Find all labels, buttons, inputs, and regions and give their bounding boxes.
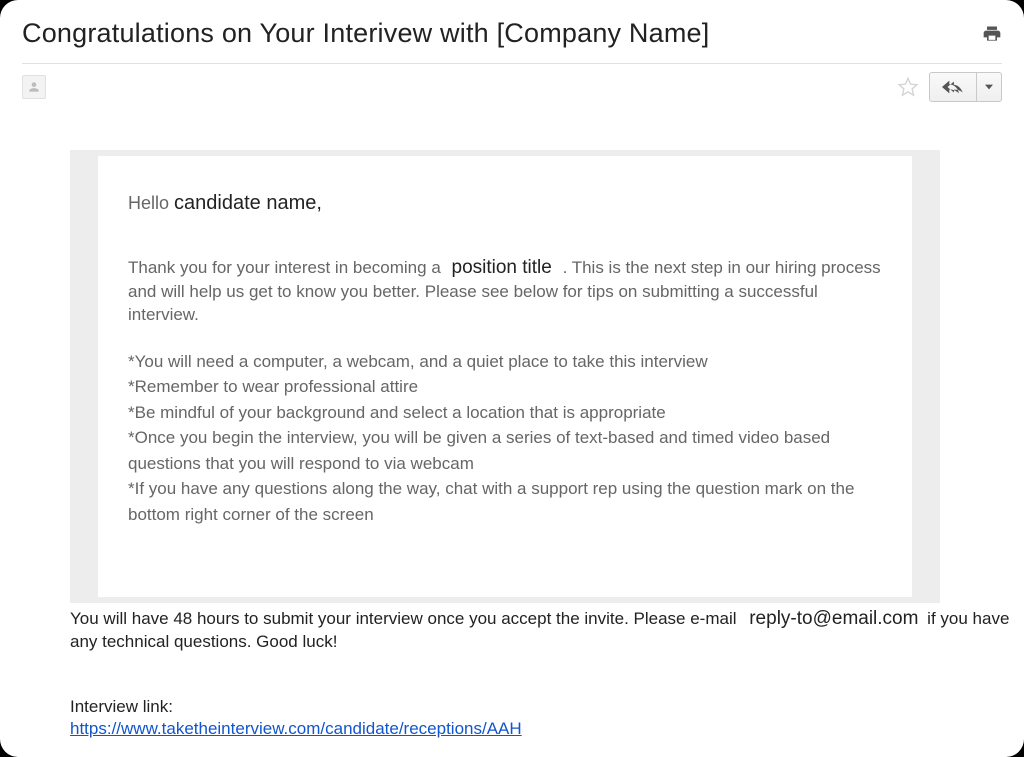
print-icon[interactable] (982, 24, 1002, 44)
email-window: Congratulations on Your Interivew with [… (0, 0, 1024, 757)
reply-button[interactable] (929, 72, 977, 102)
star-icon[interactable] (897, 76, 919, 98)
deadline-paragraph: You will have 48 hours to submit your in… (70, 607, 1010, 653)
below-box-section: You will have 48 hours to submit your in… (70, 603, 1010, 757)
tip-item: *Once you begin the interview, you will … (128, 425, 882, 476)
tips-list: *You will need a computer, a webcam, and… (128, 349, 882, 528)
email-body: Hello candidate name, Thank you for your… (22, 102, 1002, 757)
interview-link[interactable]: https://www.taketheinterview.com/candida… (70, 719, 522, 739)
reply-email-placeholder: reply-to@email.com (741, 607, 922, 631)
greeting: Hello candidate name, (128, 192, 882, 215)
tip-item: *Remember to wear professional attire (128, 374, 882, 400)
candidate-name-placeholder: candidate name, (174, 192, 322, 214)
sender-avatar[interactable] (22, 75, 46, 99)
position-title-placeholder: position title (446, 255, 558, 281)
greeting-prefix: Hello (128, 193, 174, 213)
intro-text-1: Thank you for your interest in becoming … (128, 258, 446, 277)
more-actions-button[interactable] (977, 72, 1002, 102)
email-content-box: Hello candidate name, Thank you for your… (70, 150, 940, 603)
email-header: Congratulations on Your Interivew with [… (22, 18, 1002, 57)
reply-button-group (929, 72, 1002, 102)
tip-item: *You will need a computer, a webcam, and… (128, 349, 882, 375)
email-toolbar (22, 64, 1002, 102)
email-subject: Congratulations on Your Interivew with [… (22, 18, 709, 49)
tip-item: *If you have any questions along the way… (128, 476, 882, 527)
deadline-text-1: You will have 48 hours to submit your in… (70, 609, 741, 628)
tip-item: *Be mindful of your background and selec… (128, 400, 882, 426)
interview-link-label: Interview link: (70, 697, 1010, 717)
intro-paragraph: Thank you for your interest in becoming … (128, 255, 882, 327)
